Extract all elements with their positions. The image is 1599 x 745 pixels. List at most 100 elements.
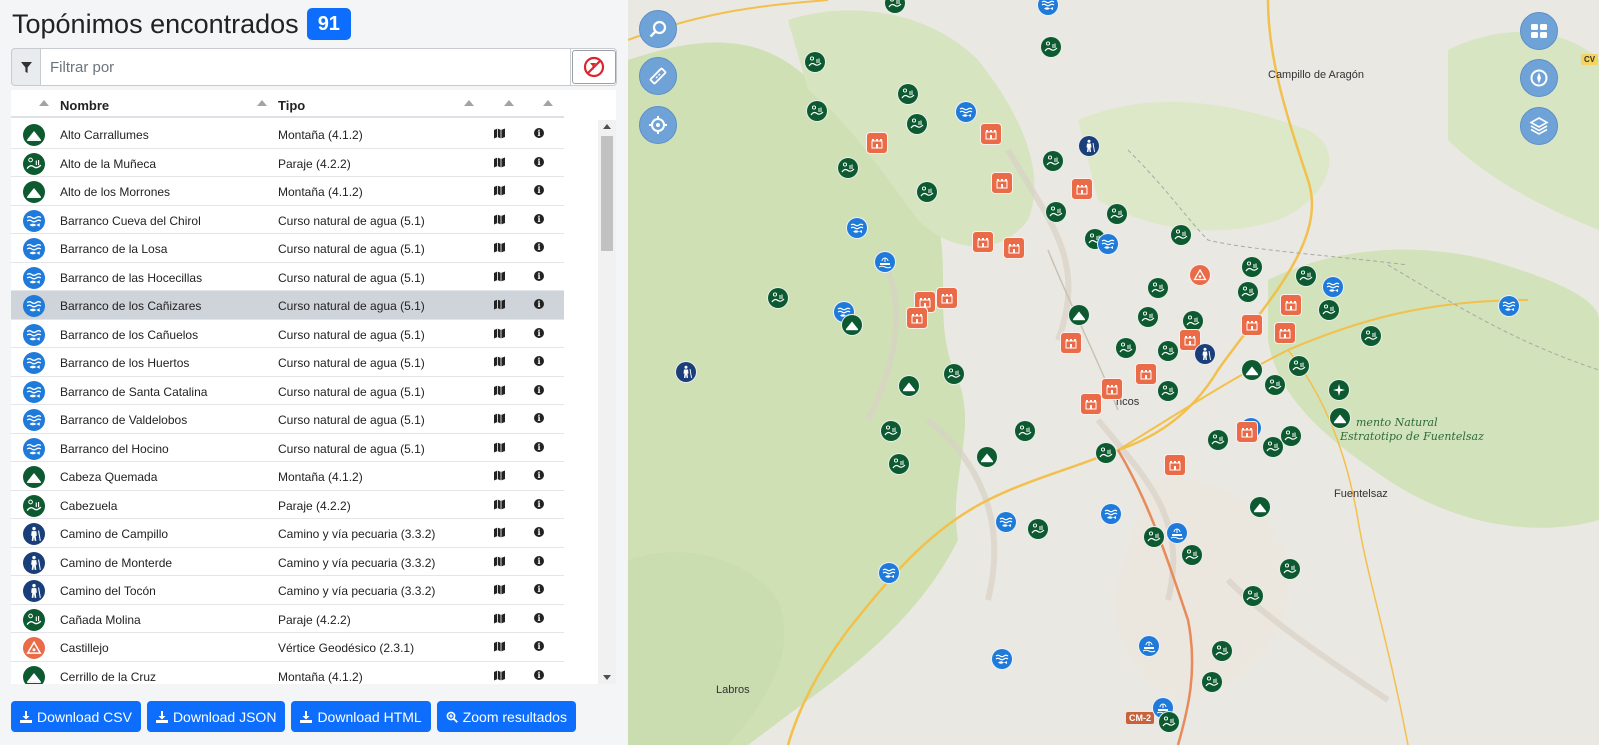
sort-map-icon[interactable] — [504, 100, 514, 106]
info-icon[interactable]: i — [534, 242, 544, 252]
map-icon[interactable] — [494, 613, 505, 624]
montana-marker-icon[interactable] — [1329, 407, 1351, 429]
map-icon[interactable] — [494, 356, 505, 367]
edificio-marker-icon[interactable] — [866, 132, 888, 154]
paraje-marker-icon[interactable] — [1115, 337, 1137, 359]
edificio-marker-icon[interactable] — [1071, 178, 1093, 200]
paraje-marker-icon[interactable] — [1157, 340, 1179, 362]
edificio-marker-icon[interactable] — [980, 123, 1002, 145]
info-icon[interactable]: i — [534, 270, 544, 281]
table-row[interactable]: Barranco Cueva del Chirol Curso natural d… — [11, 206, 564, 234]
map-icon[interactable] — [494, 185, 505, 196]
paraje-marker-icon[interactable] — [804, 51, 826, 73]
paraje-marker-icon[interactable] — [1014, 420, 1036, 442]
paraje-marker-icon[interactable] — [1095, 442, 1117, 464]
map-icon[interactable] — [494, 527, 505, 538]
map-icon[interactable] — [494, 299, 505, 310]
map-icon[interactable] — [494, 556, 505, 567]
paraje-marker-icon[interactable] — [1158, 711, 1180, 733]
map-icon[interactable] — [494, 499, 505, 510]
map-icon[interactable] — [494, 214, 505, 225]
edificio-marker-icon[interactable] — [1274, 322, 1296, 344]
paraje-marker-icon[interactable] — [1264, 374, 1286, 396]
montana-marker-icon[interactable] — [1249, 496, 1271, 518]
info-icon[interactable]: i — [534, 213, 544, 224]
paraje-marker-icon[interactable] — [1201, 671, 1223, 693]
paraje-marker-icon[interactable] — [1242, 585, 1264, 607]
paraje-marker-icon[interactable] — [1288, 355, 1310, 377]
download-json-button[interactable]: Download JSON — [146, 701, 286, 732]
paraje-marker-icon[interactable] — [897, 83, 919, 105]
paraje-marker-icon[interactable] — [1237, 281, 1259, 303]
map-icon[interactable] — [494, 128, 505, 139]
info-icon[interactable]: i — [534, 641, 544, 651]
sort-icon-icon[interactable] — [39, 100, 49, 106]
paraje-marker-icon[interactable] — [1241, 256, 1263, 278]
edificio-marker-icon[interactable] — [1003, 237, 1025, 259]
montana-marker-icon[interactable] — [1241, 359, 1263, 381]
scroll-down-icon[interactable] — [603, 675, 611, 680]
montana-marker-icon[interactable] — [841, 314, 863, 336]
sort-type-icon[interactable] — [464, 100, 474, 106]
paraje-marker-icon[interactable] — [1279, 558, 1301, 580]
map-icon[interactable] — [494, 271, 505, 282]
download-csv-button[interactable]: Download CSV — [11, 701, 141, 732]
table-row[interactable]: Alto de la Muñeca Paraje (4.2.2) i — [11, 149, 564, 177]
map-icon[interactable] — [494, 670, 505, 681]
info-icon[interactable]: i — [534, 669, 544, 680]
agua-marker-icon[interactable] — [1498, 295, 1520, 317]
table-row[interactable]: Alto Carrallumes Montaña (4.1.2) i — [11, 120, 564, 149]
paraje-marker-icon[interactable] — [1027, 518, 1049, 540]
sort-name-icon[interactable] — [257, 100, 267, 106]
grid-view-button[interactable] — [1520, 12, 1558, 50]
column-header-type[interactable]: Tipo — [278, 98, 305, 113]
map-search-button[interactable] — [639, 10, 677, 48]
map-icon[interactable] — [494, 413, 505, 424]
edificio-marker-icon[interactable] — [936, 287, 958, 309]
paraje-marker-icon[interactable] — [1042, 150, 1064, 172]
table-row[interactable]: Barranco del Hocino Curso natural de agua… — [11, 434, 564, 462]
paraje-marker-icon[interactable] — [1045, 201, 1067, 223]
paraje-marker-icon[interactable] — [1295, 265, 1317, 287]
table-row[interactable]: Barranco de Valdelobos Curso natural de a… — [11, 405, 564, 434]
paraje-marker-icon[interactable] — [1157, 380, 1179, 402]
agua-marker-icon[interactable] — [1322, 276, 1344, 298]
scroll-thumb[interactable] — [601, 136, 613, 251]
edificio-marker-icon[interactable] — [1236, 421, 1258, 443]
info-icon[interactable]: i — [534, 498, 544, 509]
montana-marker-icon[interactable] — [976, 446, 998, 468]
map-icon[interactable] — [494, 157, 505, 168]
vertice-marker-icon[interactable] — [1189, 264, 1211, 286]
table-row[interactable]: Barranco de los Cañuelos Curso natural de… — [11, 320, 564, 348]
paraje-marker-icon[interactable] — [1106, 203, 1128, 225]
map-icon[interactable] — [494, 242, 505, 253]
agua-marker-icon[interactable] — [991, 648, 1013, 670]
table-row[interactable]: Camino del Tocón Camino y vía pecuaria (3… — [11, 576, 564, 605]
paraje-marker-icon[interactable] — [1207, 429, 1229, 451]
paraje-marker-icon[interactable] — [1280, 425, 1302, 447]
compass-button[interactable] — [1520, 59, 1558, 97]
info-icon[interactable]: i — [534, 441, 544, 452]
map-icon[interactable] — [494, 442, 505, 453]
paraje-marker-icon[interactable] — [880, 420, 902, 442]
paraje-marker-icon[interactable] — [888, 453, 910, 475]
clear-filter-button[interactable] — [571, 48, 617, 86]
camino-marker-icon[interactable] — [675, 361, 697, 383]
info-icon[interactable]: i — [534, 299, 544, 309]
info-icon[interactable]: i — [534, 612, 544, 623]
measure-button[interactable] — [639, 57, 677, 95]
agua-marker-icon[interactable] — [878, 562, 900, 584]
info-icon[interactable]: i — [534, 555, 544, 566]
table-row[interactable]: Cerrillo de la Cruz Montaña (4.1.2) i — [11, 662, 564, 684]
paraje-marker-icon[interactable] — [1143, 526, 1165, 548]
fuente-marker-icon[interactable] — [1166, 522, 1188, 544]
edificio-marker-icon[interactable] — [1164, 454, 1186, 476]
agua-marker-icon[interactable] — [846, 217, 868, 239]
paraje-marker-icon[interactable] — [1137, 306, 1159, 328]
paraje-marker-icon[interactable] — [1318, 299, 1340, 321]
table-row[interactable]: Cabeza Quemada Montaña (4.1.2) i — [11, 462, 564, 491]
edificio-marker-icon[interactable] — [972, 231, 994, 253]
paraje-marker-icon[interactable] — [1170, 224, 1192, 246]
paraje-marker-icon[interactable] — [767, 287, 789, 309]
info-icon[interactable]: i — [534, 470, 544, 480]
